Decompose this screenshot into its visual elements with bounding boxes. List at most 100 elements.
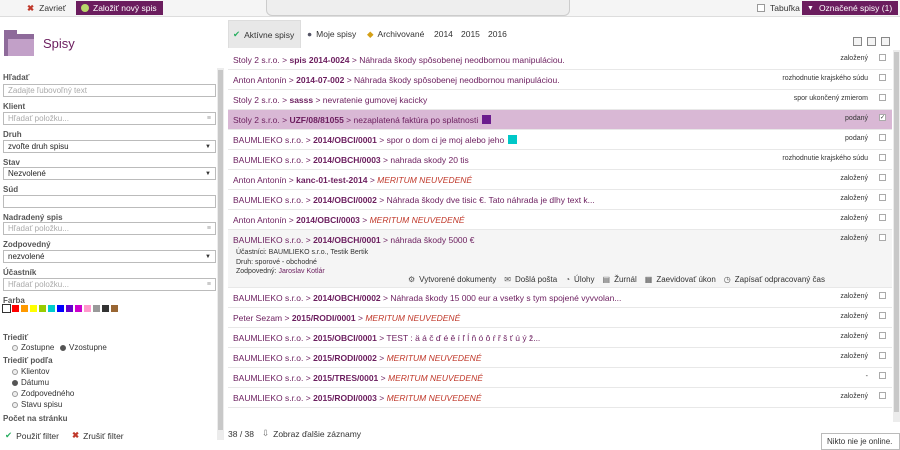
table-row[interactable]: Anton Antonín > 2014/OBCI/0003 > MERITUM… (228, 210, 892, 230)
row-title[interactable]: BAUMLIEKO s.r.o. > 2015/TRES/0001 > MERI… (233, 373, 483, 383)
action-tasks-button[interactable]: ◔ Úlohy (565, 275, 594, 284)
row-title[interactable]: BAUMLIEKO s.r.o. > 2014/OBCH/0003 > nahr… (233, 155, 469, 165)
row-checkbox[interactable] (879, 352, 886, 359)
close-button[interactable]: ✖ Zavrieť (22, 1, 71, 15)
tab-2016[interactable]: 2016 (484, 20, 511, 48)
color-swatch[interactable] (39, 305, 46, 312)
row-title[interactable]: Anton Antonín > kanc-01-test-2014 > MERI… (233, 175, 472, 185)
row-title[interactable]: BAUMLIEKO s.r.o. > 2015/OBCI/0001 > TEST… (233, 333, 540, 343)
row-checkbox[interactable] (879, 392, 886, 399)
table-row[interactable]: BAUMLIEKO s.r.o. > 2014/OBCH/0001 > náhr… (228, 230, 892, 288)
row-checkbox[interactable]: ✓ (879, 114, 886, 121)
type-select[interactable]: zvoľte druh spisu ▼ (3, 140, 216, 153)
color-swatch[interactable] (30, 305, 37, 312)
row-title[interactable]: BAUMLIEKO s.r.o. > 2015/RODI/0003 > MERI… (233, 393, 482, 403)
table-row[interactable]: BAUMLIEKO s.r.o. > 2015/TRES/0001 > MERI… (228, 368, 892, 388)
sortby-clients-radio[interactable]: Klientov (12, 367, 49, 376)
action-log-time-button[interactable]: ◷ Zapísať odpracovaný čas (724, 275, 825, 284)
tab-2014[interactable]: 2014 (430, 20, 457, 48)
list-scrollbar[interactable] (893, 50, 900, 422)
color-swatch[interactable] (102, 305, 109, 312)
collapse-all-icon[interactable] (867, 37, 876, 46)
participant-field[interactable]: Hľadať položku... ≡ (3, 278, 216, 291)
color-tag (508, 135, 518, 144)
state-select[interactable]: Nezvolené ▼ (3, 167, 216, 180)
sortby-state-radio[interactable]: Stavu spisu (12, 400, 62, 409)
expand-all-icon[interactable] (853, 37, 862, 46)
row-checkbox[interactable] (879, 332, 886, 339)
cancel-filter-button[interactable]: ✖ Zrušiť filter (72, 430, 124, 441)
parent-field[interactable]: Hľadať položku... ≡ (3, 222, 216, 235)
table-row[interactable]: Peter Sezam > 2015/RODI/0001 > MERITUM N… (228, 308, 892, 328)
row-checkbox[interactable] (879, 54, 886, 61)
color-swatch[interactable] (93, 305, 100, 312)
row-title[interactable]: Anton Antonín > 2014-07-002 > Náhrada šk… (233, 75, 560, 85)
row-checkbox[interactable] (879, 312, 886, 319)
show-more-link[interactable]: Zobraz ďalšie záznamy (273, 429, 361, 439)
row-checkbox[interactable] (879, 174, 886, 181)
sortby-responsible-radio[interactable]: Zodpovedného (12, 389, 74, 398)
table-row[interactable]: Stoly 2 s.r.o. > spis 2014-0024 > Náhrad… (228, 50, 892, 70)
row-checkbox[interactable] (879, 74, 886, 81)
row-title[interactable]: Stoly 2 s.r.o. > spis 2014-0024 > Náhrad… (233, 55, 565, 65)
color-swatch[interactable] (2, 304, 11, 313)
color-swatch[interactable] (66, 305, 73, 312)
color-swatch[interactable] (12, 305, 19, 312)
row-checkbox[interactable] (879, 194, 886, 201)
row-title[interactable]: Anton Antonín > 2014/OBCI/0003 > MERITUM… (233, 215, 465, 225)
action-mail-button[interactable]: ✉ Došlá pošta (504, 275, 557, 284)
search-input[interactable]: Zadajte ľubovoľný text (3, 84, 216, 97)
row-title[interactable]: BAUMLIEKO s.r.o. > 2014/OBCI/0002 > Náhr… (233, 195, 595, 205)
sidebar-scrollbar[interactable] (217, 68, 224, 440)
table-row[interactable]: BAUMLIEKO s.r.o. > 2014/OBCI/0001 > spor… (228, 130, 892, 150)
tab-2015[interactable]: 2015 (457, 20, 484, 48)
table-view-toggle[interactable]: Tabuľka (752, 1, 805, 15)
table-row[interactable]: BAUMLIEKO s.r.o. > 2014/OBCH/0002 > Náhr… (228, 288, 892, 308)
row-checkbox[interactable] (879, 134, 886, 141)
table-row[interactable]: Stoly 2 s.r.o. > sasss > nevratenie gumo… (228, 90, 892, 110)
new-file-button[interactable]: Založiť nový spis (76, 1, 163, 15)
table-row[interactable]: BAUMLIEKO s.r.o. > 2015/OBCI/0001 > TEST… (228, 328, 892, 348)
client-field[interactable]: Hľadať položku... ≡ (3, 112, 216, 125)
table-row[interactable]: Anton Antonín > 2014-07-002 > Náhrada šk… (228, 70, 892, 90)
row-title[interactable]: Stoly 2 s.r.o. > UZF/08/81055 > nezaplat… (233, 115, 492, 125)
apply-filter-button[interactable]: ✔ Použiť filter (5, 430, 59, 441)
row-checkbox[interactable] (879, 154, 886, 161)
row-title[interactable]: Stoly 2 s.r.o. > sasss > nevratenie gumo… (233, 95, 427, 105)
responsible-select[interactable]: nezvolené ▼ (3, 250, 216, 263)
color-swatch[interactable] (75, 305, 82, 312)
row-title[interactable]: BAUMLIEKO s.r.o. > 2015/RODI/0002 > MERI… (233, 353, 482, 363)
row-title[interactable]: BAUMLIEKO s.r.o. > 2014/OBCH/0001 > náhr… (233, 235, 474, 245)
color-swatch[interactable] (84, 305, 91, 312)
tab-active[interactable]: ✔ Aktívne spisy (228, 20, 301, 48)
row-title[interactable]: BAUMLIEKO s.r.o. > 2014/OBCI/0001 > spor… (233, 135, 518, 145)
table-row[interactable]: Anton Antonín > kanc-01-test-2014 > MERI… (228, 170, 892, 190)
row-checkbox[interactable] (879, 214, 886, 221)
court-field[interactable] (3, 195, 216, 208)
table-row[interactable]: BAUMLIEKO s.r.o. > 2015/RODI/0002 > MERI… (228, 348, 892, 368)
sortby-date-radio[interactable]: Dátumu (12, 378, 49, 387)
marked-files-button[interactable]: ▼ Označené spisy (1) (802, 1, 898, 15)
table-row[interactable]: Stoly 2 s.r.o. > UZF/08/81055 > nezaplat… (228, 110, 892, 130)
color-swatch[interactable] (111, 305, 118, 312)
row-checkbox[interactable] (879, 234, 886, 241)
tab-archived[interactable]: ◆ Archivované (363, 20, 428, 48)
row-checkbox[interactable] (879, 292, 886, 299)
action-journal-button[interactable]: ▤ Žurnál (603, 275, 637, 284)
table-row[interactable]: BAUMLIEKO s.r.o. > 2014/OBCI/0002 > Náhr… (228, 190, 892, 210)
color-swatch[interactable] (48, 305, 55, 312)
row-checkbox[interactable] (879, 372, 886, 379)
color-swatch[interactable] (21, 305, 28, 312)
sort-desc-radio[interactable]: Zostupne (12, 343, 54, 352)
sort-asc-radio[interactable]: Vzostupne (60, 343, 107, 352)
action-documents-button[interactable]: ⚙ Vytvorené dokumenty (408, 275, 496, 284)
row-title[interactable]: Peter Sezam > 2015/RODI/0001 > MERITUM N… (233, 313, 460, 323)
action-record-action-button[interactable]: ▦ Zaevidovať úkon (645, 275, 716, 284)
color-swatch[interactable] (57, 305, 64, 312)
row-title[interactable]: BAUMLIEKO s.r.o. > 2014/OBCH/0002 > Náhr… (233, 293, 621, 303)
restore-icon[interactable] (881, 37, 890, 46)
table-row[interactable]: BAUMLIEKO s.r.o. > 2014/OBCH/0003 > nahr… (228, 150, 892, 170)
row-checkbox[interactable] (879, 94, 886, 101)
table-row[interactable]: BAUMLIEKO s.r.o. > 2015/RODI/0003 > MERI… (228, 388, 892, 408)
tab-mine[interactable]: ● Moje spisy (303, 20, 360, 48)
